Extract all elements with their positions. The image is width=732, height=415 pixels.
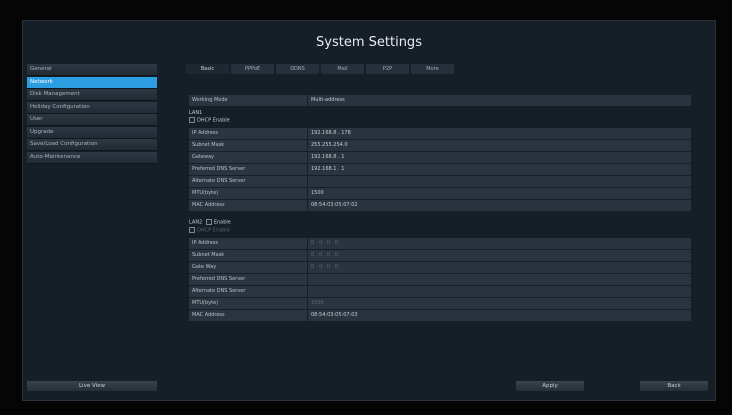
sidebar-item-network[interactable]: Network [27,76,157,89]
tab-basic[interactable]: Basic [186,64,229,74]
tab-bar: Basic PPPoE DDNS Mail P2P More [186,64,456,74]
live-view-button[interactable]: Live View [27,381,157,391]
lan1-title: LAN1 [189,110,203,116]
lan2-dhcp-row: DHCP Enable [189,227,230,234]
lan1-subnet-field[interactable]: 255.255.254.0 [308,140,691,151]
lan2-dhcp-checkbox [189,227,195,233]
lan1-mtu-label: MTU(byte) [189,188,308,199]
lan1-mtu-field[interactable]: 1500 [308,188,691,199]
lan1-preferred-dns-label: Preferred DNS Server [189,164,308,175]
lan1-mac-value: 08:54:03:05:07:02 [308,200,691,211]
lan1-mtu-row: MTU(byte) 1500 [189,188,691,199]
sidebar-item-save-load-configuration[interactable]: Save/Load Configuration [27,139,157,151]
lan2-alternate-dns-label: Alternate DNS Server [189,286,308,297]
sidebar-item-auto-maintenance[interactable]: Auto-Maintenance [27,151,157,164]
lan2-title: LAN2 [189,219,203,226]
sidebar-item-user[interactable]: User [27,114,157,126]
lan2-dhcp-label: DHCP Enable [197,227,230,234]
lan2-mac-row: MAC Address 08:54:03:05:07:03 [189,310,691,321]
lan2-mtu-label: MTU(byte) [189,298,308,309]
working-mode-label: Working Mode [189,95,308,106]
tab-p2p[interactable]: P2P [366,64,409,74]
working-mode-row: Working Mode Multi-address [189,95,691,106]
lan1-alternate-dns-row: Alternate DNS Server [189,176,691,187]
back-button[interactable]: Back [640,381,708,391]
lan1-dhcp-checkbox[interactable] [189,117,195,123]
lan1-subnet-label: Subnet Mask [189,140,308,151]
tab-ddns[interactable]: DDNS [276,64,319,74]
lan2-ip-field: 0 . 0 . 0 . 0 [308,238,691,249]
sidebar-item-upgrade[interactable]: Upgrade [27,126,157,139]
sidebar-item-general[interactable]: General [27,64,157,76]
lan1-gateway-label: Gateway [189,152,308,163]
lan1-gateway-row: Gateway 192.168.8 . 1 [189,152,691,163]
lan2-gateway-row: Gate Way 0 . 0 . 0 . 0 [189,262,691,273]
lan2-ip-label: IP Address [189,238,308,249]
lan1-alternate-dns-label: Alternate DNS Server [189,176,308,187]
lan1-subnet-row: Subnet Mask 255.255.254.0 [189,140,691,151]
lan2-gateway-field: 0 . 0 . 0 . 0 [308,262,691,273]
lan2-alternate-dns-field [308,286,691,297]
lan2-ip-row: IP Address 0 . 0 . 0 . 0 [189,238,691,249]
lan2-mtu-row: MTU(byte) 1500 [189,298,691,309]
lan1-preferred-dns-row: Preferred DNS Server 192.168.1 . 1 [189,164,691,175]
sidebar: General Network Disk Management Holiday … [27,64,157,164]
lan2-subnet-field: 0 . 0 . 0 . 0 [308,250,691,261]
lan2-alternate-dns-row: Alternate DNS Server [189,286,691,297]
page-title: System Settings [316,35,422,50]
lan1-alternate-dns-field[interactable] [308,176,691,187]
lan2-subnet-row: Subnet Mask 0 . 0 . 0 . 0 [189,250,691,261]
lan1-mac-row: MAC Address 08:54:03:05:07:02 [189,200,691,211]
lan2-enable-label: Enable [213,219,231,226]
settings-window: System Settings General Network Disk Man… [22,20,716,401]
lan2-preferred-dns-field [308,274,691,285]
lan2-mtu-field: 1500 [308,298,691,309]
lan1-dhcp-label: DHCP Enable [197,117,230,124]
tab-mail[interactable]: Mail [321,64,364,74]
lan1-gateway-field[interactable]: 192.168.8 . 1 [308,152,691,163]
lan2-preferred-dns-label: Preferred DNS Server [189,274,308,285]
working-mode-select[interactable]: Multi-address [308,95,691,106]
lan2-header: LAN2 Enable [189,219,231,226]
lan2-subnet-label: Subnet Mask [189,250,308,261]
lan2-preferred-dns-row: Preferred DNS Server [189,274,691,285]
lan2-mac-label: MAC Address [189,310,308,321]
sidebar-item-holiday-configuration[interactable]: Holiday Configuration [27,101,157,114]
sidebar-item-disk-management[interactable]: Disk Management [27,89,157,101]
lan2-enable-checkbox[interactable] [205,219,212,225]
lan1-mac-label: MAC Address [189,200,308,211]
lan1-ip-label: IP Address [189,128,308,139]
tab-more[interactable]: More [411,64,454,74]
tab-pppoe[interactable]: PPPoE [231,64,274,74]
lan2-gateway-label: Gate Way [189,262,308,273]
lan1-preferred-dns-field[interactable]: 192.168.1 . 1 [308,164,691,175]
lan1-ip-field[interactable]: 192.168.8 . 178 [308,128,691,139]
apply-button[interactable]: Apply [516,381,584,391]
lan2-mac-value: 08:54:03:05:07:03 [308,310,691,321]
lan1-dhcp-row: DHCP Enable [189,117,230,124]
lan1-ip-row: IP Address 192.168.8 . 178 [189,128,691,139]
